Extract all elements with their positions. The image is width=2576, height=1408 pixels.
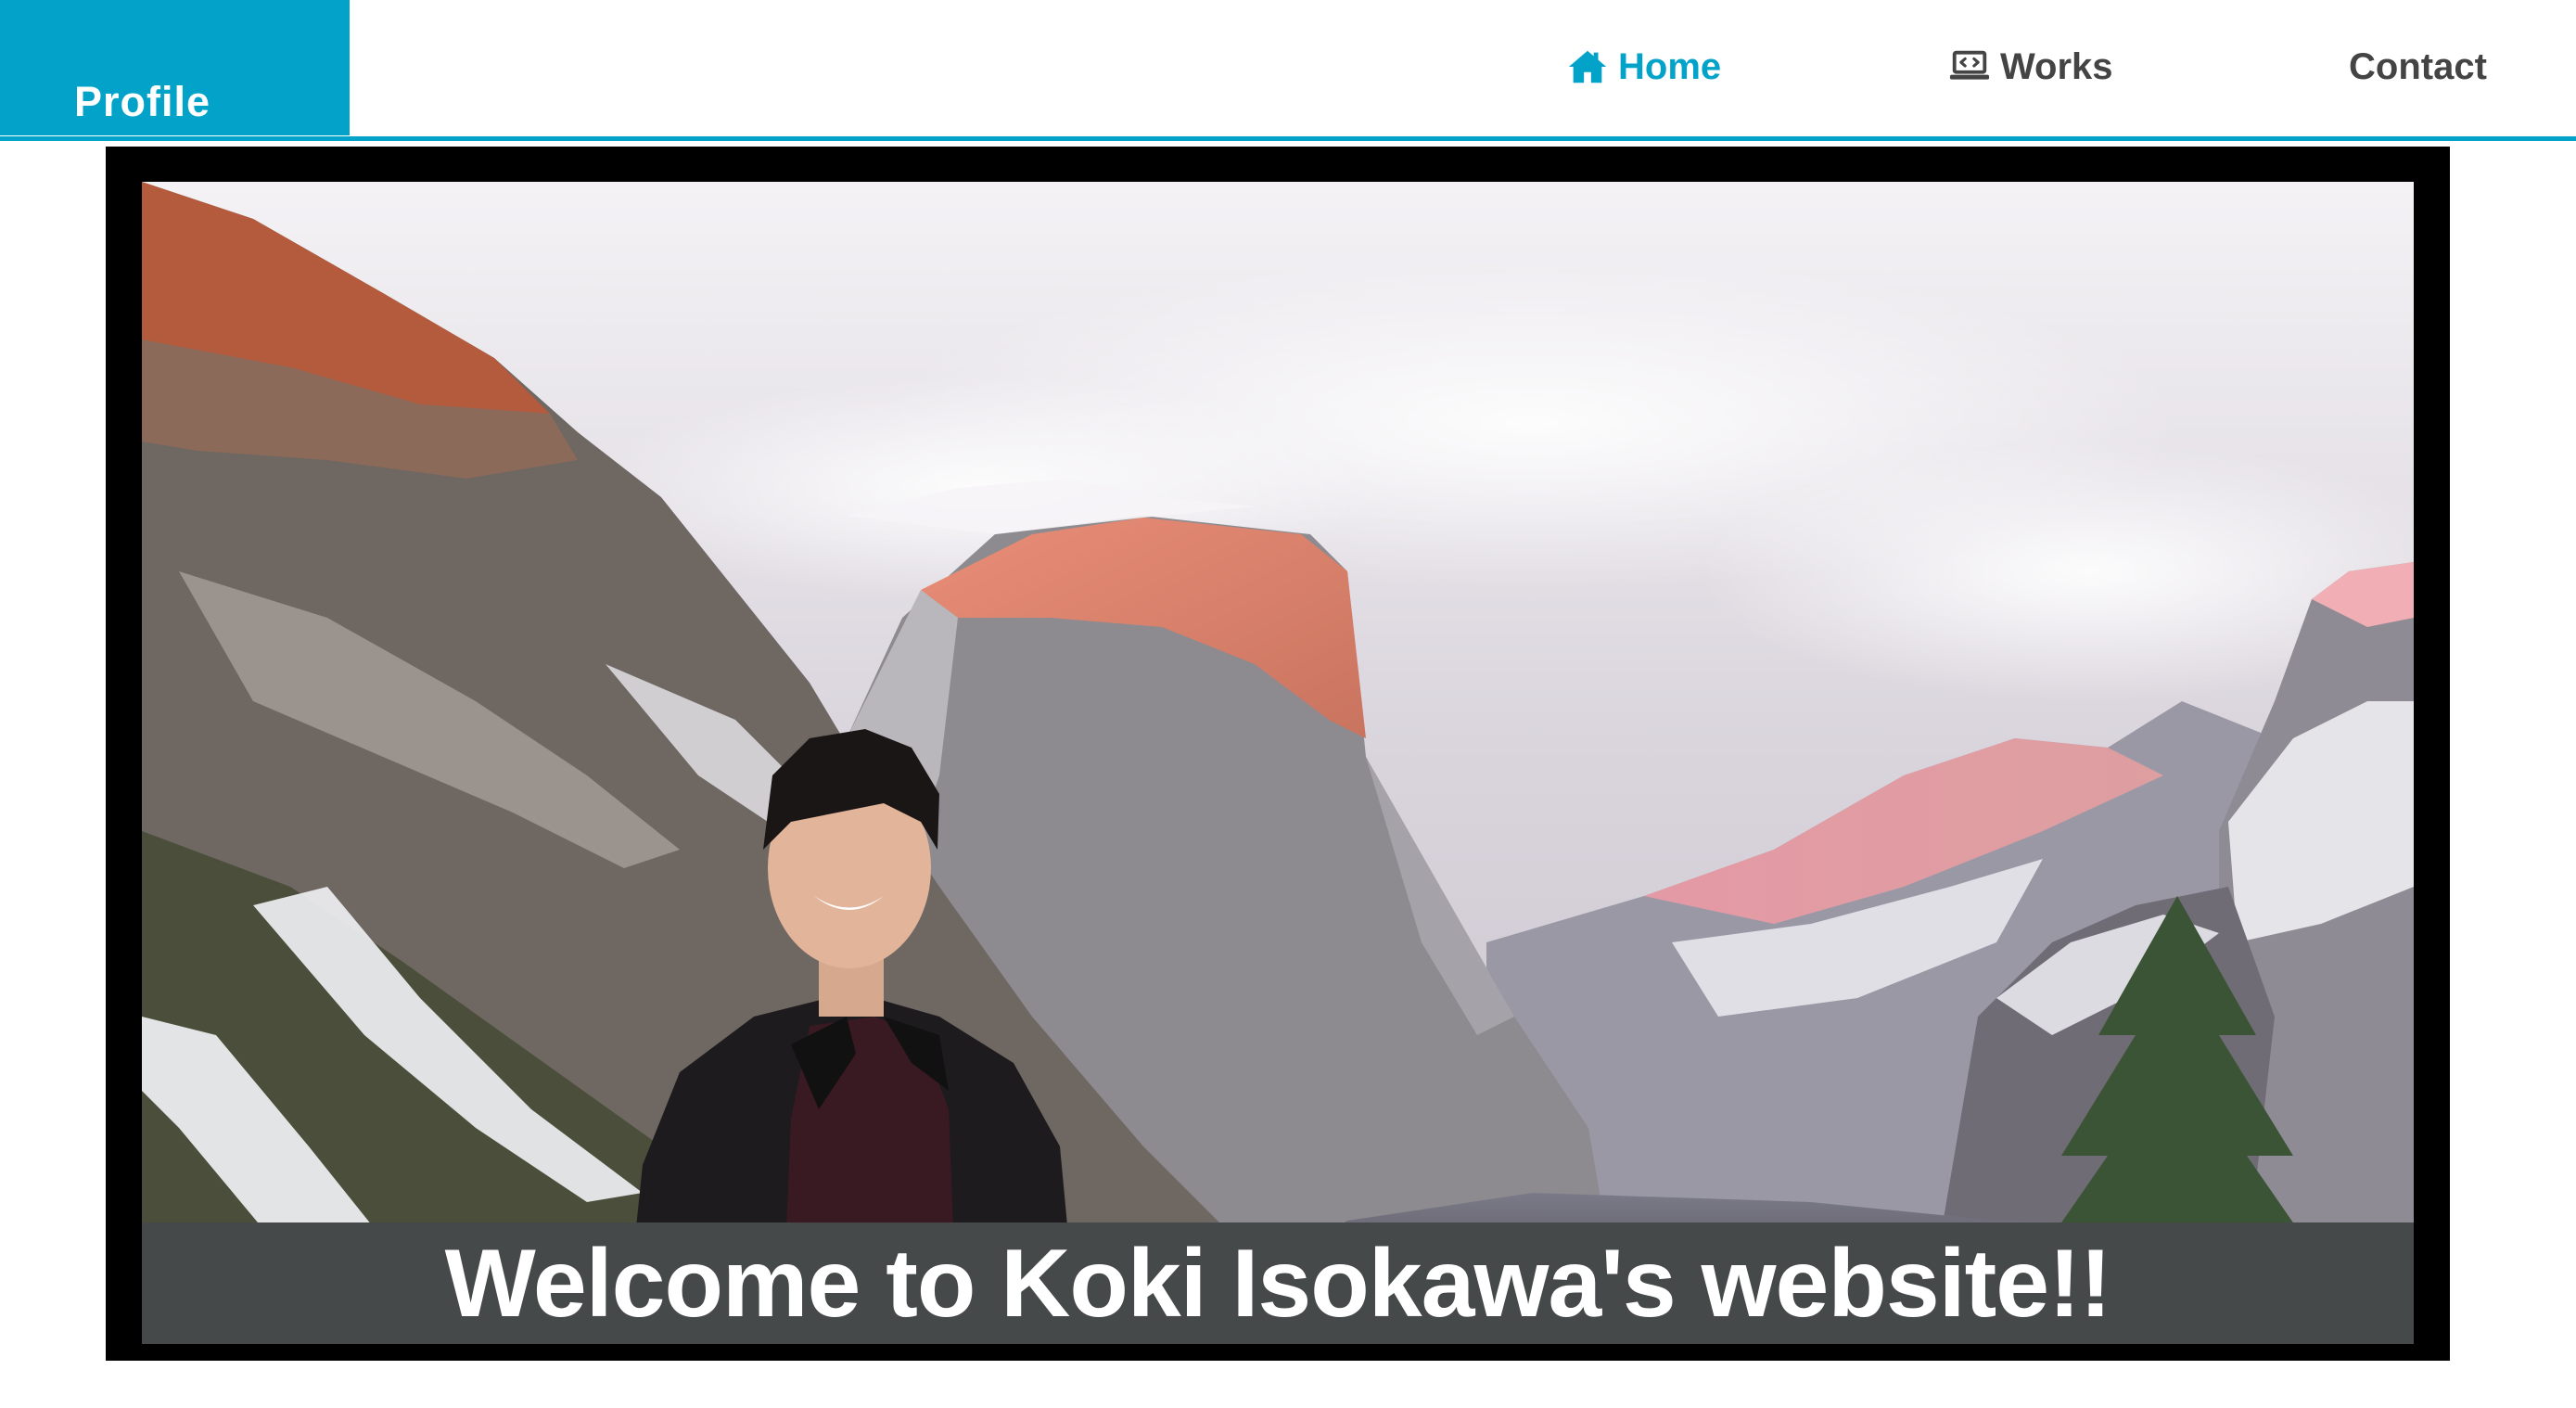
nav-home-label: Home <box>1618 45 1722 87</box>
header-divider <box>0 136 2576 141</box>
nav-contact-label: Contact <box>2349 45 2487 87</box>
site-header: Profile Home Works Contact <box>0 0 2576 135</box>
hero-photo <box>142 182 2414 1344</box>
brand-label: Profile <box>74 78 211 125</box>
brand-logo[interactable]: Profile <box>0 0 350 135</box>
nav-home[interactable]: Home <box>1566 41 1721 93</box>
home-icon <box>1566 45 1609 88</box>
nav-works-label: Works <box>2000 45 2113 87</box>
nav-works[interactable]: Works <box>1948 41 2113 93</box>
welcome-caption: Welcome to Koki Isokawa's website!! <box>444 1229 2112 1338</box>
laptop-code-icon <box>1948 45 1991 88</box>
welcome-caption-bar: Welcome to Koki Isokawa's website!! <box>142 1222 2414 1344</box>
nav-contact[interactable]: Contact <box>2349 41 2487 93</box>
